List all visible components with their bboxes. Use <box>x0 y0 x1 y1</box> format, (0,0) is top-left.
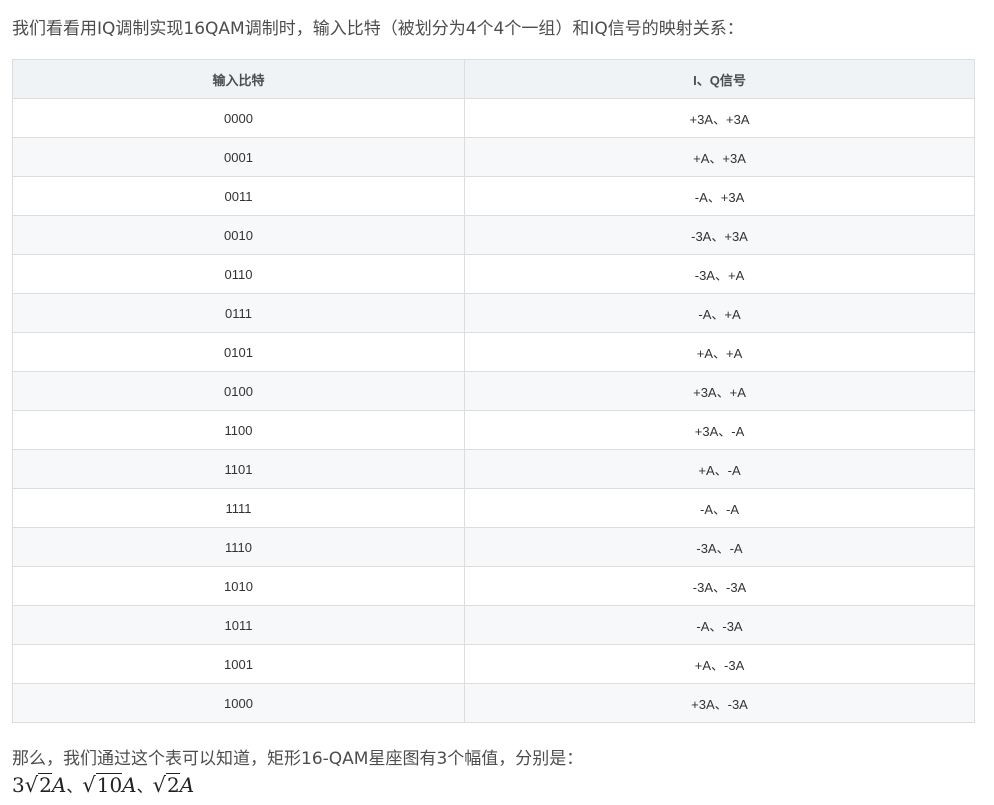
formula-separator: 、 <box>66 777 83 796</box>
bits-cell: 1010 <box>12 566 465 606</box>
iq-cell: +A、-3A <box>464 644 975 684</box>
amplitude-symbol: A <box>122 773 137 797</box>
bits-cell: 1000 <box>12 683 465 723</box>
table-row: 1011 -A、-3A <box>12 605 975 645</box>
bits-cell: 0100 <box>12 371 465 411</box>
iq-cell: -A、+3A <box>464 176 975 216</box>
table-row: 0011 -A、+3A <box>12 176 975 216</box>
iq-cell: +A、-A <box>464 449 975 489</box>
bits-cell: 1111 <box>12 488 465 528</box>
iq-cell: -3A、-A <box>464 527 975 567</box>
radicand-3: 2 <box>166 773 180 797</box>
bits-cell: 0011 <box>12 176 465 216</box>
iq-cell: +3A、-3A <box>464 683 975 723</box>
table-row: 1111 -A、-A <box>12 488 975 528</box>
bits-cell: 0001 <box>12 137 465 177</box>
iq-cell: -3A、+3A <box>464 215 975 255</box>
sqrt-term-3: √2 <box>153 771 180 799</box>
radical-sign-icon: √ <box>82 773 96 797</box>
iq-cell: -3A、+A <box>464 254 975 294</box>
bits-cell: 1101 <box>12 449 465 489</box>
header-input-bits: 输入比特 <box>12 59 465 99</box>
bits-cell: 0111 <box>12 293 465 333</box>
sqrt-term-2: √10 <box>82 771 123 799</box>
bits-cell: 1011 <box>12 605 465 645</box>
table-row: 1001 +A、-3A <box>12 644 975 684</box>
table-row: 1101 +A、-A <box>12 449 975 489</box>
table-row: 0001 +A、+3A <box>12 137 975 177</box>
bits-cell: 0010 <box>12 215 465 255</box>
bits-cell: 0101 <box>12 332 465 372</box>
amplitude-formula: 3√2A、√10A、√2A <box>12 771 194 801</box>
term1-coefficient: 3 <box>12 773 25 797</box>
table-row: 0000 +3A、+3A <box>12 98 975 138</box>
table-header-row: 输入比特 I、Q信号 <box>12 59 975 99</box>
iq-cell: -A、+A <box>464 293 975 333</box>
radicand-2: 10 <box>95 773 123 797</box>
iq-cell: -A、-A <box>464 488 975 528</box>
bit-to-iq-mapping-table: 输入比特 I、Q信号 0000 +3A、+3A 0001 +A、+3A 0011 -A… <box>12 59 975 723</box>
table-row: 1010 -3A、-3A <box>12 566 975 606</box>
radicand-1: 2 <box>38 773 52 797</box>
bits-cell: 0110 <box>12 254 465 294</box>
bits-cell: 1001 <box>12 644 465 684</box>
iq-cell: +3A、+3A <box>464 98 975 138</box>
amplitude-symbol: A <box>179 773 195 797</box>
iq-cell: -A、-3A <box>464 605 975 645</box>
iq-cell: +3A、+A <box>464 371 975 411</box>
iq-cell: +A、+A <box>464 332 975 372</box>
table-row: 0010 -3A、+3A <box>12 215 975 255</box>
iq-cell: -3A、-3A <box>464 566 975 606</box>
iq-cell: +A、+3A <box>464 137 975 177</box>
sqrt-term-1: √2 <box>25 771 52 799</box>
table-row: 0110 -3A、+A <box>12 254 975 294</box>
table-row: 0111 -A、+A <box>12 293 975 333</box>
conclusion-paragraph: 那么，我们通过这个表可以知道，矩形16-QAM星座图有3个幅值，分别是： <box>12 749 584 769</box>
bits-cell: 1110 <box>12 527 465 567</box>
table-row: 1110 -3A、-A <box>12 527 975 567</box>
header-iq-signal: I、Q信号 <box>464 59 975 99</box>
formula-separator: 、 <box>136 777 153 796</box>
intro-paragraph: 我们看看用IQ调制实现16QAM调制时，输入比特（被划分为4个4个一组）和IQ信… <box>12 19 744 39</box>
table-row: 1100 +3A、-A <box>12 410 975 450</box>
table-row: 1000 +3A、-3A <box>12 683 975 723</box>
table-row: 0101 +A、+A <box>12 332 975 372</box>
radical-sign-icon: √ <box>152 773 167 797</box>
table-row: 0100 +3A、+A <box>12 371 975 411</box>
radical-sign-icon: √ <box>24 773 39 797</box>
bits-cell: 1100 <box>12 410 465 450</box>
amplitude-symbol: A <box>51 773 67 797</box>
iq-cell: +3A、-A <box>464 410 975 450</box>
bits-cell: 0000 <box>12 98 465 138</box>
